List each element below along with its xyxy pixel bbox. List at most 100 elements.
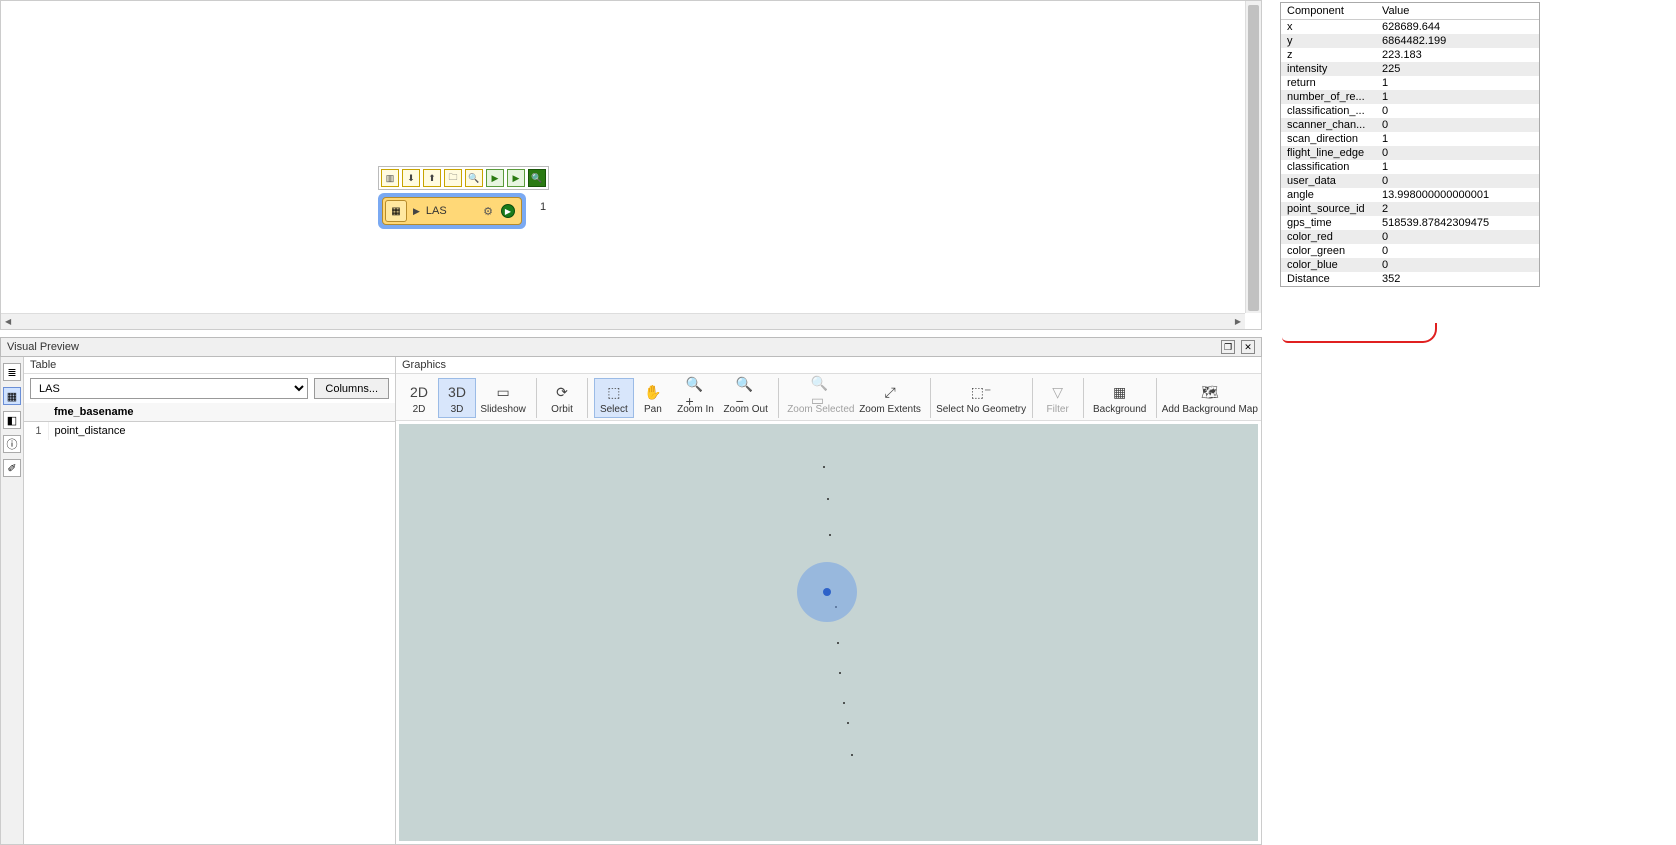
- las-reader-node[interactable]: ▦ ▶ LAS ⚙ ▶: [382, 197, 522, 225]
- inspector-row[interactable]: color_green0: [1281, 244, 1539, 258]
- inspector-key: x: [1281, 20, 1376, 35]
- inspector-row[interactable]: number_of_re...1: [1281, 90, 1539, 104]
- graphics-panel: Graphics 2D2D3D3D▭Slideshow⟳Orbit⬚Select…: [396, 357, 1262, 845]
- inspector-value: 1: [1376, 132, 1539, 146]
- gbtn-pan[interactable]: ✋Pan: [634, 378, 672, 418]
- inspector-row[interactable]: gps_time518539.87842309475: [1281, 216, 1539, 230]
- canvas-scroll-v[interactable]: [1245, 1, 1261, 313]
- column-header[interactable]: fme_basename: [48, 403, 395, 422]
- inspector-row[interactable]: intensity225: [1281, 62, 1539, 76]
- toggle-graphics-icon[interactable]: ◧: [3, 411, 21, 429]
- preview-view-toggles: ≣ ▦ ◧ ⓘ ✐: [0, 357, 24, 845]
- zout-icon: 🔍−: [736, 382, 756, 402]
- toggle-table-icon[interactable]: ▦: [3, 387, 21, 405]
- gbtn-orbit[interactable]: ⟳Orbit: [543, 378, 581, 418]
- graphics-viewport[interactable]: [399, 424, 1258, 841]
- inspector-row[interactable]: scanner_chan...0: [1281, 118, 1539, 132]
- gbtn-zext[interactable]: ⤢Zoom Extents: [857, 378, 924, 418]
- inspector-value: 352: [1376, 272, 1539, 286]
- inspector-col-component[interactable]: Component: [1281, 3, 1376, 20]
- gbtn-filter: ▽Filter: [1039, 378, 1077, 418]
- inspector-row[interactable]: point_source_id2: [1281, 202, 1539, 216]
- inspector-row[interactable]: angle13.998000000000001: [1281, 188, 1539, 202]
- gbtn-zout[interactable]: 🔍− Zoom Out: [719, 378, 772, 418]
- inspector-value: 13.998000000000001: [1376, 188, 1539, 202]
- bg-icon: ▦: [1110, 382, 1130, 402]
- inspector-value: 1: [1376, 76, 1539, 90]
- gbtn-nogeom[interactable]: ⬚⁻Select No Geometry: [936, 378, 1026, 418]
- inspector-row[interactable]: classification1: [1281, 160, 1539, 174]
- gbtn-label: Zoom Out: [723, 404, 767, 415]
- inspector-value: 518539.87842309475: [1376, 216, 1539, 230]
- inspector-row[interactable]: color_blue0: [1281, 258, 1539, 272]
- gbtn-3d[interactable]: 3D3D: [438, 378, 476, 418]
- gbtn-label: Select: [600, 404, 628, 415]
- gear-icon[interactable]: ⚙: [481, 204, 495, 218]
- inspector-value: 628689.644: [1376, 20, 1539, 35]
- inspector-value: 223.183: [1376, 48, 1539, 62]
- visual-preview-title: Visual Preview: [7, 341, 79, 353]
- gbtn-label: Add Background Map: [1162, 404, 1258, 415]
- 2d-icon: 2D: [409, 382, 429, 402]
- inspector-key: Distance: [1281, 272, 1376, 286]
- toggle-key-icon[interactable]: ✐: [3, 459, 21, 477]
- gbtn-zsel: 🔍▭Zoom Selected: [785, 378, 856, 418]
- inspector-value: 225: [1376, 62, 1539, 76]
- tb-import-icon[interactable]: ⬇: [402, 169, 420, 187]
- table-source-select[interactable]: LAS: [30, 378, 308, 399]
- inspector-row[interactable]: classification_...0: [1281, 104, 1539, 118]
- gbtn-2d[interactable]: 2D2D: [400, 378, 438, 418]
- gbtn-slide[interactable]: ▭Slideshow: [476, 378, 530, 418]
- inspector-key: intensity: [1281, 62, 1376, 76]
- filter-icon: ▽: [1048, 382, 1068, 402]
- tb-runstep-icon[interactable]: ▶: [507, 169, 525, 187]
- tb-export-icon[interactable]: ⬆: [423, 169, 441, 187]
- inspector-col-value[interactable]: Value: [1376, 3, 1539, 20]
- output-port-icon[interactable]: ▶: [501, 204, 515, 218]
- inspector-row[interactable]: z223.183: [1281, 48, 1539, 62]
- close-icon[interactable]: ✕: [1241, 340, 1255, 354]
- inspector-row[interactable]: y6864482.199: [1281, 34, 1539, 48]
- gbtn-label: Select No Geometry: [936, 404, 1026, 415]
- gbtn-addbg[interactable]: 🗺Add Background Map: [1163, 378, 1257, 418]
- tb-inspect-icon[interactable]: 🔍: [528, 169, 546, 187]
- toggle-info-icon[interactable]: ⓘ: [3, 435, 21, 453]
- inspector-value: 6864482.199: [1376, 34, 1539, 48]
- inspector-value: 0: [1376, 258, 1539, 272]
- tb-run-icon[interactable]: ▶: [486, 169, 504, 187]
- tb-folder-icon[interactable]: 🗀: [444, 169, 462, 187]
- gbtn-label: Background: [1093, 404, 1146, 415]
- inspector-key: number_of_re...: [1281, 90, 1376, 104]
- inspector-key: return: [1281, 76, 1376, 90]
- table-panel: Table LAS Columns... fme_basename 1point…: [24, 357, 396, 845]
- inspector-row[interactable]: x628689.644: [1281, 20, 1539, 35]
- inspector-row[interactable]: color_red0: [1281, 230, 1539, 244]
- annotation-highlight: [1282, 323, 1437, 343]
- gbtn-zin[interactable]: 🔍+Zoom In: [672, 378, 719, 418]
- inspector-row[interactable]: Distance352: [1281, 272, 1539, 286]
- selected-point[interactable]: [823, 588, 831, 596]
- inspector-key: color_red: [1281, 230, 1376, 244]
- tb-open-icon[interactable]: ▥: [381, 169, 399, 187]
- inspector-key: color_green: [1281, 244, 1376, 258]
- inspector-row[interactable]: scan_direction1: [1281, 132, 1539, 146]
- inspector-row[interactable]: user_data0: [1281, 174, 1539, 188]
- gbtn-select[interactable]: ⬚ Select: [594, 378, 634, 418]
- inspector-row[interactable]: flight_line_edge0: [1281, 146, 1539, 160]
- inspector-row[interactable]: return1: [1281, 76, 1539, 90]
- orbit-icon: ⟳: [552, 382, 572, 402]
- gbtn-bg[interactable]: ▦ Background: [1089, 378, 1149, 418]
- inspector-key: scanner_chan...: [1281, 118, 1376, 132]
- table-row[interactable]: 1point_distance: [24, 422, 395, 441]
- dock-toggle-icon[interactable]: ❐: [1221, 340, 1235, 354]
- zin-icon: 🔍+: [685, 382, 705, 402]
- gbtn-label: Pan: [644, 404, 662, 415]
- canvas-scroll-h[interactable]: [1, 313, 1245, 329]
- columns-button[interactable]: Columns...: [314, 378, 389, 399]
- gbtn-label: 3D: [451, 404, 464, 415]
- workflow-canvas[interactable]: ▥ ⬇ ⬆ 🗀 🔍 ▶ ▶ 🔍 ▦ ▶ LAS ⚙ ▶ 1: [0, 0, 1262, 330]
- toggle-list-icon[interactable]: ≣: [3, 363, 21, 381]
- tb-find-icon[interactable]: 🔍: [465, 169, 483, 187]
- select-icon: ⬚: [604, 382, 624, 402]
- row-number: 1: [24, 422, 48, 441]
